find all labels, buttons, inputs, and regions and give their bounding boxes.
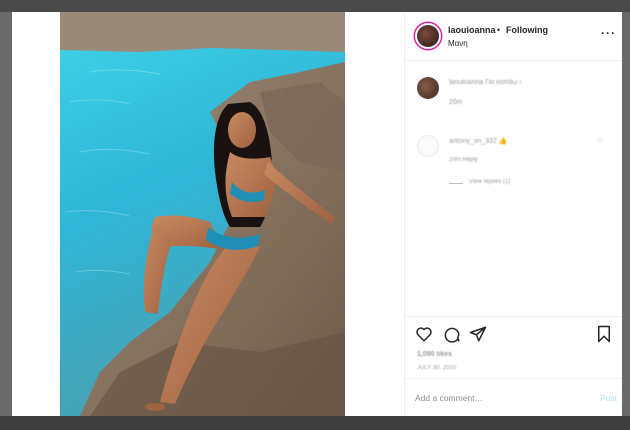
beach-photo-illustration (60, 12, 345, 416)
post-comment-button[interactable]: Post (600, 393, 617, 403)
post-location[interactable]: Μανη (448, 39, 468, 48)
author-avatar[interactable] (417, 25, 439, 47)
separator-dot: • (497, 25, 501, 35)
comment-avatar[interactable] (417, 135, 439, 157)
view-replies-link[interactable]: View replies (1) (469, 179, 510, 185)
reply-divider (449, 183, 463, 184)
following-button[interactable]: Following (506, 25, 548, 35)
save-icon[interactable] (595, 325, 613, 343)
heart-icon[interactable] (415, 325, 433, 343)
photo-area (12, 12, 404, 416)
comment-icon[interactable] (443, 325, 461, 343)
backdrop-right (622, 12, 630, 416)
backdrop-left (0, 12, 12, 416)
author-username[interactable]: laouioanna (448, 25, 496, 35)
comment-composer: Post (405, 378, 622, 416)
comment-meta[interactable]: 20m Reply (449, 157, 478, 163)
comment-input[interactable] (415, 389, 585, 407)
likes-count[interactable]: 1,090 likes (417, 351, 452, 358)
comment-text: laouioanna Για κοιτάω › (449, 79, 522, 86)
post-actions: 1,090 likes JULY 30, 2020 (405, 316, 622, 379)
more-options-icon[interactable]: ··· (601, 26, 616, 40)
comment-avatar[interactable] (417, 77, 439, 99)
comment-text: antony_vn_332 👍 (449, 138, 508, 145)
post-modal: laouioanna • Following Μανη ··· laouioan… (12, 12, 622, 416)
post-side-panel: laouioanna • Following Μανη ··· laouioan… (404, 12, 622, 416)
post-photo[interactable] (60, 12, 345, 416)
post-date: JULY 30, 2020 (417, 365, 457, 371)
share-icon[interactable] (469, 325, 487, 343)
browser-bottom-bar (0, 416, 630, 430)
comment-like-icon[interactable]: ♡ (597, 137, 603, 145)
browser-top-bar (0, 0, 630, 12)
comment-time: 20m (449, 99, 463, 106)
post-header: laouioanna • Following Μανη ··· (405, 12, 622, 61)
comments-list: laouioanna Για κοιτάω › 20m antony_vn_33… (405, 61, 622, 315)
